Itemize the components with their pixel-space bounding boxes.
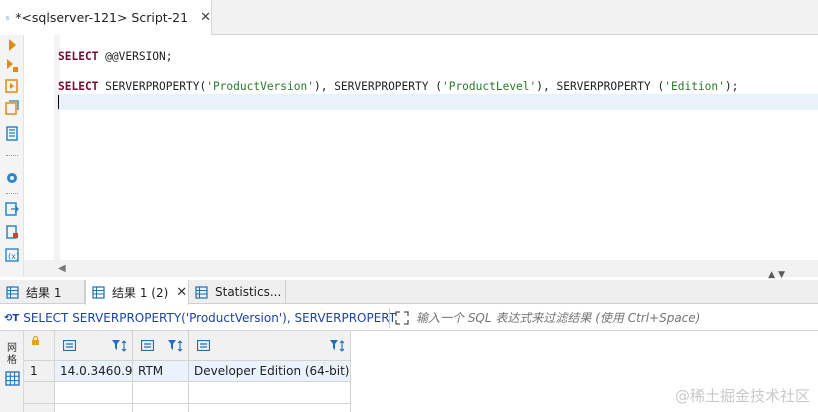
sql-token: ), SERVERPROPERTY ( [536,80,665,93]
empty-row-number [24,382,55,404]
sql-token: ); [724,80,739,93]
editor-tab-script-21[interactable]: *<sqlserver-121> Script-21 ✕ [0,0,212,35]
empty-cell [55,382,133,404]
column-header-2[interactable] [133,331,189,361]
filter-expression-input[interactable] [416,308,814,328]
cell-value: 14.0.3460.9 [60,364,133,378]
table-cell[interactable]: Developer Edition (64-bit) [189,361,351,382]
empty-row-number [24,404,55,412]
empty-cell [133,404,189,412]
cell-value: Developer Edition (64-bit) [194,364,350,378]
row-number-header [24,331,55,361]
toolbar-separator [6,193,18,194]
result-tab-bar: 结果 1 结果 1 (2) ✕ Statistics... [0,280,818,305]
empty-cell [189,404,351,412]
column-header-1[interactable] [55,331,133,361]
cell-value: RTM [138,364,164,378]
sql-token: ), SERVERPROPERTY ( [313,80,442,93]
settings-icon[interactable] [4,170,20,186]
tab-statistics[interactable]: Statistics... [189,280,286,304]
variables-icon[interactable]: (x) [4,247,20,263]
editor-horizontal-scrollbar[interactable]: ◀ ▲▼ [24,260,818,280]
tab-label: 结果 1 (2) [112,286,169,300]
load-execution-plan-icon[interactable] [4,125,20,141]
source-query-link[interactable]: ⟲T SELECT SERVERPROPERTY('ProductVersion… [4,305,396,331]
sql-token: @@VERSION; [105,50,173,63]
file-export-icon[interactable] [4,224,20,240]
execute-script-icon[interactable] [4,57,20,73]
scroll-left-icon[interactable]: ◀ [58,263,66,274]
sql-keyword: SELECT [58,50,106,63]
close-tab-icon[interactable]: ✕ [200,10,211,25]
editor-tab-bar: *<sqlserver-121> Script-21 ✕ [0,0,818,35]
table-cell[interactable]: 14.0.3460.9 [55,361,133,382]
panel-nav-arrows-icon[interactable]: ▲▼ [768,270,788,280]
sql-string-literal: 'ProductLevel' [441,80,537,93]
grid-icon [195,285,208,299]
empty-cell [189,382,351,404]
sql-token: SERVERPROPERTY( [105,80,207,93]
tab-label: Statistics... [215,285,282,299]
expand-icon[interactable] [395,311,409,325]
editor-side-toolbar: (x) [0,35,24,277]
grid-view-icon[interactable] [5,371,20,386]
code-line-select-serverproperty[interactable]: SELECT SERVERPROPERTY('ProductVersion'),… [58,79,738,95]
sql-string-literal: 'ProductVersion' [206,80,314,93]
export-icon[interactable] [4,201,20,217]
filter-sort-icon[interactable] [329,339,346,353]
grid-view-label[interactable]: 网格 [4,343,20,367]
current-line-highlight [58,94,818,110]
watermark: @稀土掘金技术社区 [674,387,810,405]
sql-editor[interactable]: SELECT @@VERSION; SELECT SERVERPROPERTY(… [24,35,818,260]
svg-text:(x): (x) [8,252,19,261]
editor-tab-title: *<sqlserver-121> Script-21 [15,10,189,25]
column-type-icon [141,340,154,351]
toolbar-separator [6,155,18,156]
sql-string-literal: 'Edition' [664,80,725,93]
column-type-icon [63,340,76,351]
execute-statement-icon[interactable] [4,37,20,53]
execute-in-new-tab-icon[interactable] [4,78,20,94]
column-header-3[interactable] [189,331,351,361]
filter-separator [389,308,390,328]
sql-script-icon [6,15,9,20]
grid-icon [92,286,105,299]
filter-sort-icon[interactable] [167,339,184,353]
text-caret [58,95,59,109]
filter-sort-icon[interactable] [111,339,128,353]
explain-plan-icon[interactable] [4,100,20,116]
sql-keyword: SELECT [58,80,106,93]
close-tab-icon[interactable]: ✕ [176,285,187,300]
tab-label: 结果 1 [26,285,62,300]
grid-icon [6,285,19,299]
column-type-icon [197,340,210,351]
tab-result-1[interactable]: 结果 1 [0,280,85,304]
tab-result-1-2[interactable]: 结果 1 (2) ✕ [85,280,189,305]
query-text-icon: ⟲T [4,312,20,324]
code-line-select-version[interactable]: SELECT @@VERSION; [58,49,173,65]
editor-ruler [54,35,60,260]
empty-cell [55,404,133,412]
results-view-switcher: 网格 [0,331,24,412]
row-number[interactable]: 1 [24,361,55,382]
source-query-text: SELECT SERVERPROPERTY('ProductVersion'),… [23,311,397,325]
table-cell[interactable]: RTM [133,361,189,382]
empty-cell [133,382,189,404]
result-filter-bar: ⟲T SELECT SERVERPROPERTY('ProductVersion… [0,305,818,331]
lock-icon [32,336,39,345]
